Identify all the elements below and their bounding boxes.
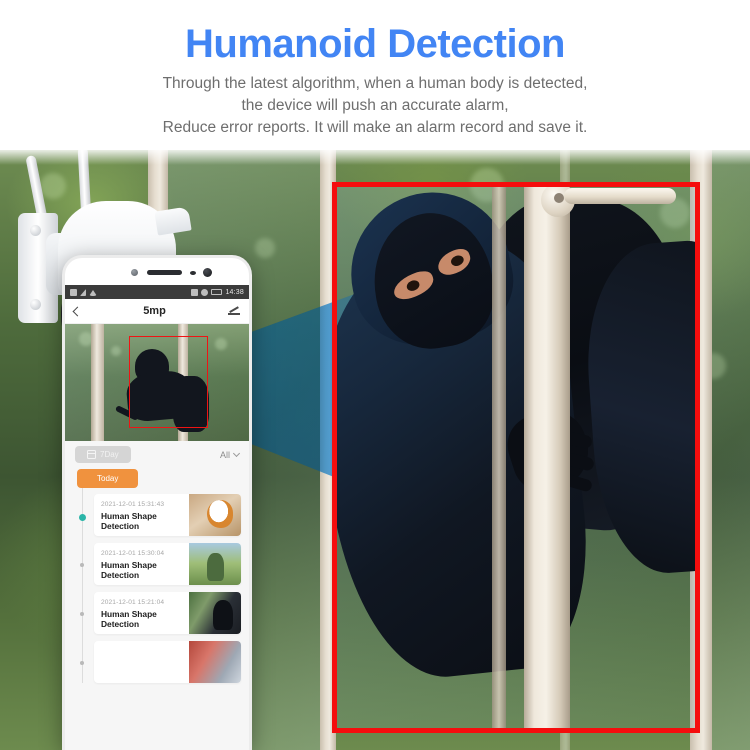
calendar-icon <box>87 450 96 459</box>
preview-mullion <box>91 324 104 441</box>
event-text <box>94 641 189 683</box>
proximity-sensor-icon <box>131 269 138 276</box>
status-left-icons <box>70 288 97 296</box>
range-label: 7Day <box>100 450 119 459</box>
event-text: 2021-12-01 15:31:43 Human Shape Detectio… <box>94 494 189 536</box>
event-card[interactable] <box>94 641 241 683</box>
event-time: 2021-12-01 15:30:04 <box>101 550 165 557</box>
event-thumbnail[interactable] <box>189 592 241 634</box>
event-card[interactable]: 2021-12-01 15:31:43 Human Shape Detectio… <box>94 494 241 536</box>
sim-icon <box>70 288 77 296</box>
range-button[interactable]: 7Day <box>75 446 131 463</box>
filter-value: All <box>219 449 230 460</box>
event-name: Human Shape Detection <box>101 609 157 629</box>
battery-icon <box>211 289 223 295</box>
alarm-icon <box>201 288 209 296</box>
event-thumbnail[interactable] <box>189 641 241 683</box>
event-timeline[interactable]: 2021-12-01 15:31:43 Human Shape Detectio… <box>65 488 249 683</box>
timeline-dot-active <box>78 514 86 521</box>
today-tag-wrap: Today <box>65 468 249 488</box>
edit-icon[interactable] <box>228 306 240 316</box>
timeline-dot <box>80 661 84 665</box>
page-subtitle: Through the latest algorithm, when a hum… <box>0 73 750 139</box>
earpiece-speaker <box>147 270 182 275</box>
page-title: Humanoid Detection <box>185 22 565 66</box>
event-name: Human Shape Detection <box>101 560 157 580</box>
back-button[interactable] <box>72 306 83 316</box>
wifi-icon <box>89 289 97 296</box>
event-text: 2021-12-01 15:30:04 Human Shape Detectio… <box>94 543 189 585</box>
event-thumbnail[interactable] <box>189 494 241 536</box>
subtitle-line-3: Reduce error reports. It will make an al… <box>162 119 588 136</box>
status-right-icons: 14:38 <box>191 288 244 296</box>
event-time: 2021-12-01 15:31:43 <box>101 501 165 508</box>
list-item[interactable]: 2021-12-01 15:30:04 Human Shape Detectio… <box>73 543 241 585</box>
live-preview[interactable] <box>65 324 249 441</box>
today-tag[interactable]: Today <box>77 469 139 488</box>
preview-detection-box <box>129 336 208 428</box>
list-item-partial[interactable] <box>73 641 241 683</box>
promo-banner: Humanoid Detection Through the latest al… <box>0 0 750 750</box>
detection-box <box>332 182 700 733</box>
subtitle-line-1: Through the latest algorithm, when a hum… <box>162 75 588 92</box>
filter-bar: 7Day All <box>65 441 249 468</box>
timeline-dot <box>80 563 84 567</box>
event-text: 2021-12-01 15:21:04 Human Shape Detectio… <box>94 592 189 634</box>
list-item[interactable]: 2021-12-01 15:31:43 Human Shape Detectio… <box>73 494 241 536</box>
list-item[interactable]: 2021-12-01 15:21:04 Human Shape Detectio… <box>73 592 241 634</box>
event-time: 2021-12-01 15:21:04 <box>101 599 165 606</box>
phone-status-bar: 14:38 <box>65 285 249 299</box>
mount-screw <box>30 225 41 236</box>
phone-top-bezel <box>65 258 249 285</box>
filter-select[interactable]: All <box>219 449 241 460</box>
header: Humanoid Detection Through the latest al… <box>0 0 750 150</box>
event-thumbnail[interactable] <box>189 543 241 585</box>
event-card[interactable]: 2021-12-01 15:30:04 Human Shape Detectio… <box>94 543 241 585</box>
timeline-dot <box>80 612 84 616</box>
status-time: 14:38 <box>225 288 244 296</box>
front-camera-icon <box>203 268 212 277</box>
notification-led <box>190 271 196 275</box>
event-card[interactable]: 2021-12-01 15:21:04 Human Shape Detectio… <box>94 592 241 634</box>
chevron-down-icon <box>232 449 241 458</box>
event-name: Human Shape Detection <box>101 511 157 531</box>
phone-mockup: 14:38 5mp 7Day All Today 2021-12-01 15:3… <box>62 255 252 750</box>
mount-screw <box>30 299 41 310</box>
subtitle-line-2: the device will push an accurate alarm, <box>241 97 509 114</box>
app-bar-title: 5mp <box>143 305 166 317</box>
shield-icon <box>191 288 199 296</box>
signal-icon <box>80 288 86 296</box>
app-bar: 5mp <box>65 299 249 324</box>
